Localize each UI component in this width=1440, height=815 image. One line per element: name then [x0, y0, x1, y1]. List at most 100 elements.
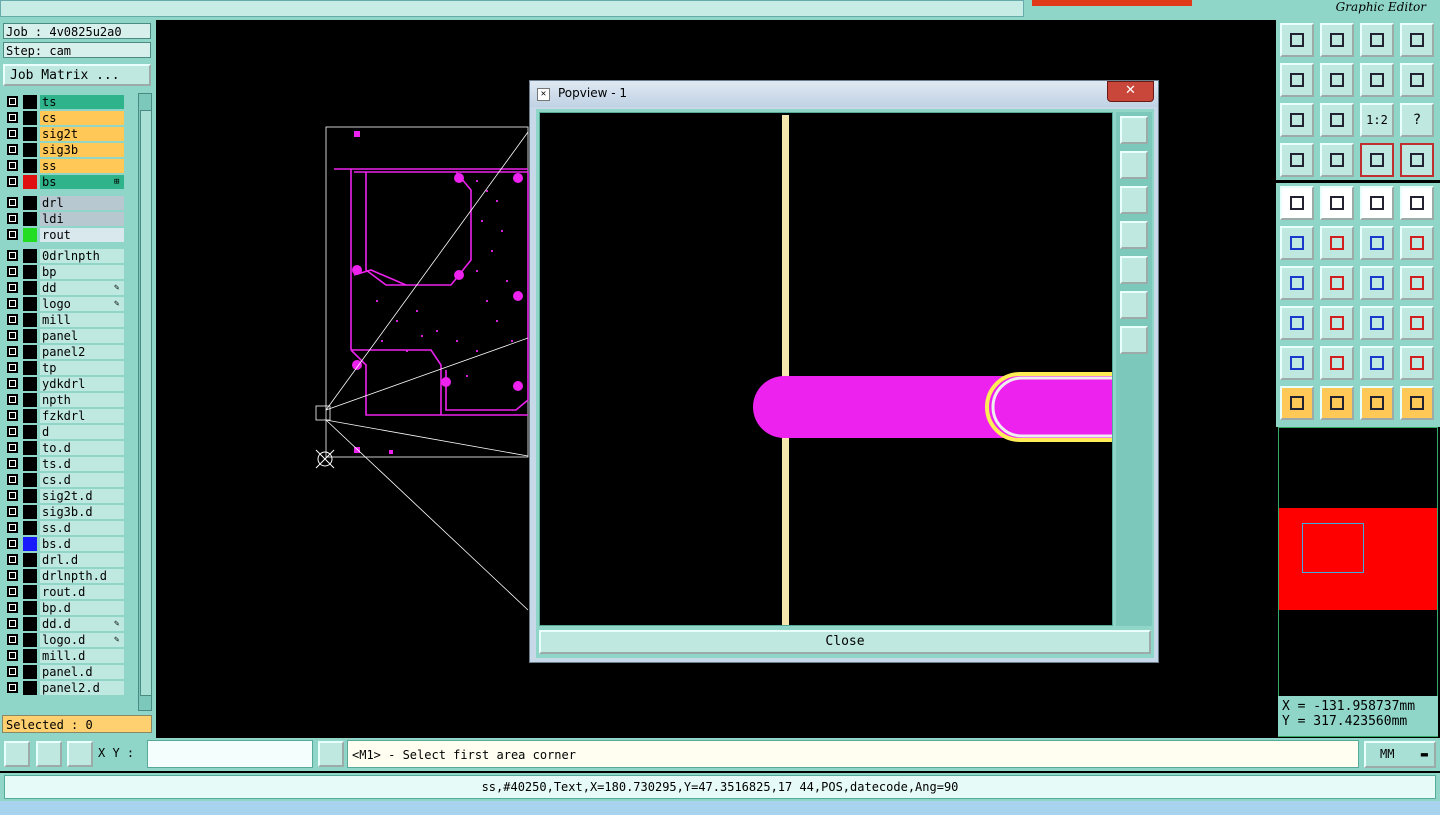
layer-row[interactable]: panel2.d — [4, 681, 124, 695]
layer-color-swatch[interactable] — [23, 553, 37, 567]
grid-icon[interactable] — [1320, 143, 1354, 177]
polygon-icon[interactable] — [1320, 346, 1354, 380]
info-icon[interactable] — [318, 741, 344, 767]
layer-row[interactable]: sig3b — [4, 143, 124, 157]
layer-checkbox[interactable] — [7, 266, 18, 277]
layer-name[interactable]: ts.d — [40, 457, 124, 471]
overview-minimap[interactable] — [1278, 427, 1438, 737]
layer-checkbox[interactable] — [7, 410, 18, 421]
layer-color-swatch[interactable] — [23, 297, 37, 311]
redraw-icon[interactable] — [1400, 63, 1434, 97]
layer-checkbox[interactable] — [7, 666, 18, 677]
layer-name[interactable]: bp.d — [40, 601, 124, 615]
layer-name[interactable]: rout.d — [40, 585, 124, 599]
layer-checkbox[interactable] — [7, 250, 18, 261]
job-matrix-button[interactable]: Job Matrix ... — [3, 64, 151, 86]
settings-icon[interactable] — [1280, 143, 1314, 177]
layer-color-swatch[interactable] — [23, 681, 37, 695]
zoom-extents-icon[interactable] — [1320, 103, 1354, 137]
layer-checkbox[interactable] — [7, 458, 18, 469]
layer-row[interactable]: ss — [4, 159, 124, 173]
layer-row[interactable]: drlnpth.d — [4, 569, 124, 583]
layer-color-swatch[interactable] — [23, 95, 37, 109]
popview-pan-left-icon[interactable] — [1120, 221, 1148, 249]
layer-color-swatch[interactable] — [23, 281, 37, 295]
layer-color-swatch[interactable] — [23, 111, 37, 125]
layer-checkbox[interactable] — [7, 618, 18, 629]
move-icon[interactable] — [1320, 226, 1354, 260]
layer-name[interactable]: dd — [40, 281, 124, 295]
layer-row[interactable]: rout.d — [4, 585, 124, 599]
layer-name[interactable]: drlnpth.d — [40, 569, 124, 583]
layer-row[interactable]: panel — [4, 329, 124, 343]
layer-checkbox[interactable] — [7, 314, 18, 325]
layer-color-swatch[interactable] — [23, 212, 37, 226]
layer-name[interactable]: dd.d — [40, 617, 124, 631]
layer-name[interactable]: drl.d — [40, 553, 124, 567]
layer-color-swatch[interactable] — [23, 665, 37, 679]
popview-titlebar[interactable]: ✕ Popview - 1 ✕ — [530, 81, 1158, 107]
layer-row[interactable]: sig2t.d — [4, 489, 124, 503]
popview-pan-down-icon[interactable] — [1120, 186, 1148, 214]
layer-name[interactable]: sig2t — [40, 127, 124, 141]
layer-name[interactable]: ydkdrl — [40, 377, 124, 391]
layer-checkbox[interactable] — [7, 197, 18, 208]
layer-checkbox[interactable] — [7, 426, 18, 437]
scrollbar-thumb[interactable] — [140, 110, 152, 696]
layer-row[interactable]: bp.d — [4, 601, 124, 615]
pan-left-icon[interactable] — [1280, 63, 1314, 97]
layer-name[interactable]: tp — [40, 361, 124, 375]
grid-snap-icon[interactable] — [67, 741, 93, 767]
layer-row[interactable]: ss.d — [4, 521, 124, 535]
layer-row[interactable]: logo.d ✎ — [4, 633, 124, 647]
help-icon[interactable]: ? — [1400, 103, 1434, 137]
zoom-ratio-icon[interactable]: 1:2 — [1360, 103, 1394, 137]
layer-color-swatch[interactable] — [23, 489, 37, 503]
layer-color-swatch[interactable] — [23, 196, 37, 210]
layer-name[interactable]: mill — [40, 313, 124, 327]
layer-color-swatch[interactable] — [23, 617, 37, 631]
layer-color-swatch[interactable] — [23, 457, 37, 471]
polygon-cut-icon[interactable] — [1400, 346, 1434, 380]
layer-checkbox[interactable] — [7, 506, 18, 517]
line-icon[interactable] — [1320, 266, 1354, 300]
layer-checkbox[interactable] — [7, 213, 18, 224]
layer-row[interactable]: dd.d ✎ — [4, 617, 124, 631]
popview-close-button[interactable]: Close — [539, 630, 1151, 654]
layer-checkbox[interactable] — [7, 570, 18, 581]
pan-down-icon[interactable] — [1320, 23, 1354, 57]
ruler-icon[interactable] — [1360, 186, 1394, 220]
layer-checkbox[interactable] — [7, 602, 18, 613]
layer-checkbox[interactable] — [7, 282, 18, 293]
layer-name[interactable]: ldi — [40, 212, 124, 226]
arc-icon[interactable] — [1360, 266, 1394, 300]
layer-checkbox[interactable] — [7, 538, 18, 549]
pad-icon[interactable] — [1400, 186, 1434, 220]
undo-zoom-icon[interactable] — [1360, 63, 1394, 97]
layer-row[interactable]: ydkdrl — [4, 377, 124, 391]
layer-color-swatch[interactable] — [23, 441, 37, 455]
pointer-icon[interactable] — [1280, 386, 1314, 420]
layer-row[interactable]: fzkdrl — [4, 409, 124, 423]
layer-checkbox[interactable] — [7, 362, 18, 373]
popview-zoom-in-icon[interactable] — [1120, 326, 1148, 354]
popview-pan-up-icon[interactable] — [1120, 151, 1148, 179]
layer-checkbox[interactable] — [7, 394, 18, 405]
layer-checkbox[interactable] — [7, 96, 18, 107]
layer-color-swatch[interactable] — [23, 265, 37, 279]
layer-name[interactable]: 0drlnpth — [40, 249, 124, 263]
select-route-icon[interactable] — [1400, 386, 1434, 420]
layer-name[interactable]: panel.d — [40, 665, 124, 679]
layer-checkbox[interactable] — [7, 330, 18, 341]
layer-name[interactable]: mill.d — [40, 649, 124, 663]
layer-name[interactable]: rout — [40, 228, 124, 242]
layer-checkbox[interactable] — [7, 378, 18, 389]
layer-row[interactable]: 0drlnpth — [4, 249, 124, 263]
select-icon[interactable] — [1280, 186, 1314, 220]
measure-area-icon[interactable] — [1320, 186, 1354, 220]
select-lasso-icon[interactable] — [1360, 386, 1394, 420]
layer-row[interactable]: panel.d — [4, 665, 124, 679]
zoom-fit-icon[interactable] — [1280, 103, 1314, 137]
layer-checkbox[interactable] — [7, 474, 18, 485]
popview-pan-right-icon[interactable] — [1120, 256, 1148, 284]
